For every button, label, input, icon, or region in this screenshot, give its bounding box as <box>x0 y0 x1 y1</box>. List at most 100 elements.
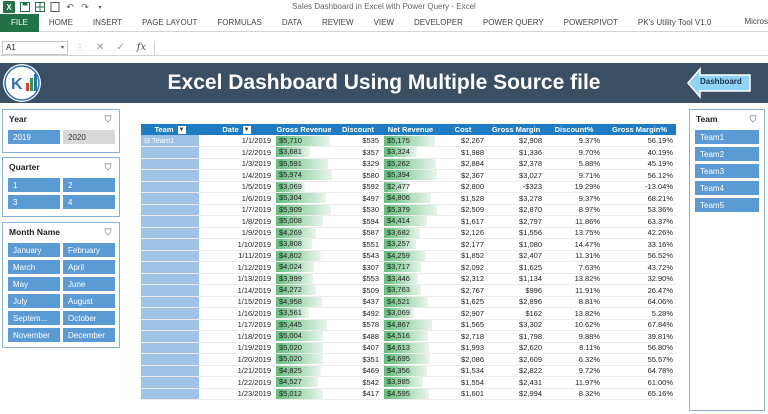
team-cell[interactable] <box>141 192 199 205</box>
discount-cell[interactable]: $553 <box>334 273 382 285</box>
discount-pct-cell[interactable]: 9.72% <box>545 365 603 377</box>
net-revenue-cell[interactable]: $5,262 <box>382 158 439 170</box>
date-cell[interactable]: 1/16/2019 <box>199 307 274 320</box>
discount-cell[interactable]: $535 <box>334 135 382 147</box>
cost-cell[interactable]: $1,554 <box>439 376 487 389</box>
gross-margin-pct-cell[interactable]: 61.00% <box>603 376 676 389</box>
gross-revenue-cell[interactable]: $3,561 <box>274 307 334 320</box>
tab-developer[interactable]: DEVELOPER <box>404 14 473 32</box>
cost-cell[interactable]: $1,625 <box>439 296 487 308</box>
discount-pct-cell[interactable]: 13.75% <box>545 227 603 239</box>
discount-cell[interactable]: $509 <box>334 284 382 297</box>
team-cell[interactable] <box>141 250 199 262</box>
net-revenue-cell[interactable]: $3,985 <box>382 376 439 389</box>
team-cell[interactable] <box>141 158 199 170</box>
net-revenue-cell[interactable]: $4,613 <box>382 342 439 354</box>
gross-margin-cell[interactable]: $1,336 <box>487 146 545 159</box>
gross-margin-cell[interactable]: $1,134 <box>487 273 545 285</box>
date-cell[interactable]: 1/7/2019 <box>199 204 274 216</box>
gross-margin-pct-cell[interactable]: 64.06% <box>603 296 676 308</box>
slicer-item-december[interactable]: December <box>63 328 115 342</box>
date-cell[interactable]: 1/14/2019 <box>199 284 274 297</box>
gross-margin-pct-cell[interactable]: 39.81% <box>603 330 676 343</box>
slicer-item-july[interactable]: July <box>8 294 60 308</box>
gross-margin-cell[interactable]: $2,896 <box>487 296 545 308</box>
gross-margin-pct-cell[interactable]: 42.26% <box>603 227 676 239</box>
gross-margin-cell[interactable]: $2,431 <box>487 376 545 389</box>
gross-margin-pct-cell[interactable]: 43.72% <box>603 261 676 274</box>
gross-margin-pct-cell[interactable]: 68.21% <box>603 192 676 205</box>
gross-margin-pct-cell[interactable]: 65.16% <box>603 388 676 400</box>
discount-cell[interactable]: $580 <box>334 169 382 182</box>
gross-margin-cell[interactable]: $2,822 <box>487 365 545 377</box>
team-cell[interactable] <box>141 169 199 182</box>
slicer-item-november[interactable]: November <box>8 328 60 342</box>
cost-cell[interactable]: $2,767 <box>439 284 487 297</box>
gross-margin-pct-cell[interactable]: 56.12% <box>603 169 676 182</box>
discount-cell[interactable]: $542 <box>334 376 382 389</box>
discount-pct-cell[interactable]: 11.86% <box>545 215 603 228</box>
filter-dropdown-icon[interactable]: ▼ <box>177 126 186 134</box>
discount-cell[interactable]: $417 <box>334 388 382 400</box>
more-icon[interactable]: ⋮ <box>76 43 84 52</box>
discount-pct-cell[interactable]: 8.81% <box>545 296 603 308</box>
gross-margin-cell[interactable]: $2,994 <box>487 388 545 400</box>
gross-revenue-cell[interactable]: $5,008 <box>274 215 334 228</box>
gross-margin-pct-cell[interactable]: 33.16% <box>603 238 676 251</box>
gross-margin-pct-cell[interactable]: 64.78% <box>603 365 676 377</box>
clear-filter-icon[interactable]: ⛉ <box>103 114 113 124</box>
discount-pct-cell[interactable]: 10.62% <box>545 319 603 331</box>
date-cell[interactable]: 1/5/2019 <box>199 181 274 193</box>
net-revenue-cell[interactable]: $4,521 <box>382 296 439 308</box>
date-cell[interactable]: 1/1/2019 <box>199 135 274 147</box>
date-cell[interactable]: 1/3/2019 <box>199 158 274 170</box>
net-revenue-cell[interactable]: $4,595 <box>382 388 439 400</box>
net-revenue-cell[interactable]: $3,446 <box>382 273 439 285</box>
cost-cell[interactable]: $2,718 <box>439 330 487 343</box>
gross-margin-cell[interactable]: $2,908 <box>487 135 545 147</box>
cost-cell[interactable]: $1,988 <box>439 146 487 159</box>
discount-cell[interactable]: $307 <box>334 261 382 274</box>
redo-icon[interactable]: ↷ <box>80 2 90 12</box>
gross-margin-pct-cell[interactable]: -13.04% <box>603 181 676 193</box>
cost-cell[interactable]: $2,800 <box>439 181 487 193</box>
discount-cell[interactable]: $357 <box>334 146 382 159</box>
date-cell[interactable]: 1/22/2019 <box>199 376 274 389</box>
discount-pct-cell[interactable]: 5.88% <box>545 158 603 170</box>
gross-revenue-cell[interactable]: $5,004 <box>274 330 334 343</box>
net-revenue-cell[interactable]: $4,414 <box>382 215 439 228</box>
gross-revenue-cell[interactable]: $4,802 <box>274 250 334 262</box>
tab-data[interactable]: DATA <box>272 14 312 32</box>
discount-cell[interactable]: $592 <box>334 181 382 193</box>
net-revenue-cell[interactable]: $3,682 <box>382 227 439 239</box>
discount-cell[interactable]: $407 <box>334 342 382 354</box>
undo-icon[interactable]: ↶ <box>65 2 75 12</box>
gross-revenue-cell[interactable]: $4,269 <box>274 227 334 239</box>
gross-margin-cell[interactable]: $3,302 <box>487 319 545 331</box>
gross-margin-pct-cell[interactable]: 32.90% <box>603 273 676 285</box>
gross-revenue-cell[interactable]: $3,999 <box>274 273 334 285</box>
gross-revenue-cell[interactable]: $4,272 <box>274 284 334 297</box>
team-cell[interactable] <box>141 365 199 377</box>
gross-revenue-cell[interactable]: $4,825 <box>274 365 334 377</box>
name-box[interactable]: A1 ▾ <box>2 40 68 55</box>
net-revenue-cell[interactable]: $5,394 <box>382 169 439 182</box>
discount-pct-cell[interactable]: 11.91% <box>545 284 603 297</box>
column-header-team[interactable]: Team ▼ <box>141 124 199 135</box>
gross-revenue-cell[interactable]: $3,681 <box>274 146 334 159</box>
check-icon[interactable]: ✓ <box>116 42 124 53</box>
preview-icon[interactable] <box>50 2 60 12</box>
cost-cell[interactable]: $2,177 <box>439 238 487 251</box>
slicer-item-january[interactable]: January <box>8 243 60 257</box>
tab-utility-tool[interactable]: PK's Utility Tool V1.0 <box>628 14 721 32</box>
slicer-item-february[interactable]: February <box>63 243 115 257</box>
cost-cell[interactable]: $2,312 <box>439 273 487 285</box>
date-cell[interactable]: 1/9/2019 <box>199 227 274 239</box>
gross-margin-cell[interactable]: $2,609 <box>487 353 545 366</box>
team-cell[interactable] <box>141 353 199 366</box>
slicer-item-october[interactable]: October <box>63 311 115 325</box>
gross-margin-cell[interactable]: -$323 <box>487 181 545 193</box>
net-revenue-cell[interactable]: $4,356 <box>382 365 439 377</box>
user-account[interactable]: Micros <box>744 17 768 26</box>
team-cell[interactable] <box>141 296 199 308</box>
